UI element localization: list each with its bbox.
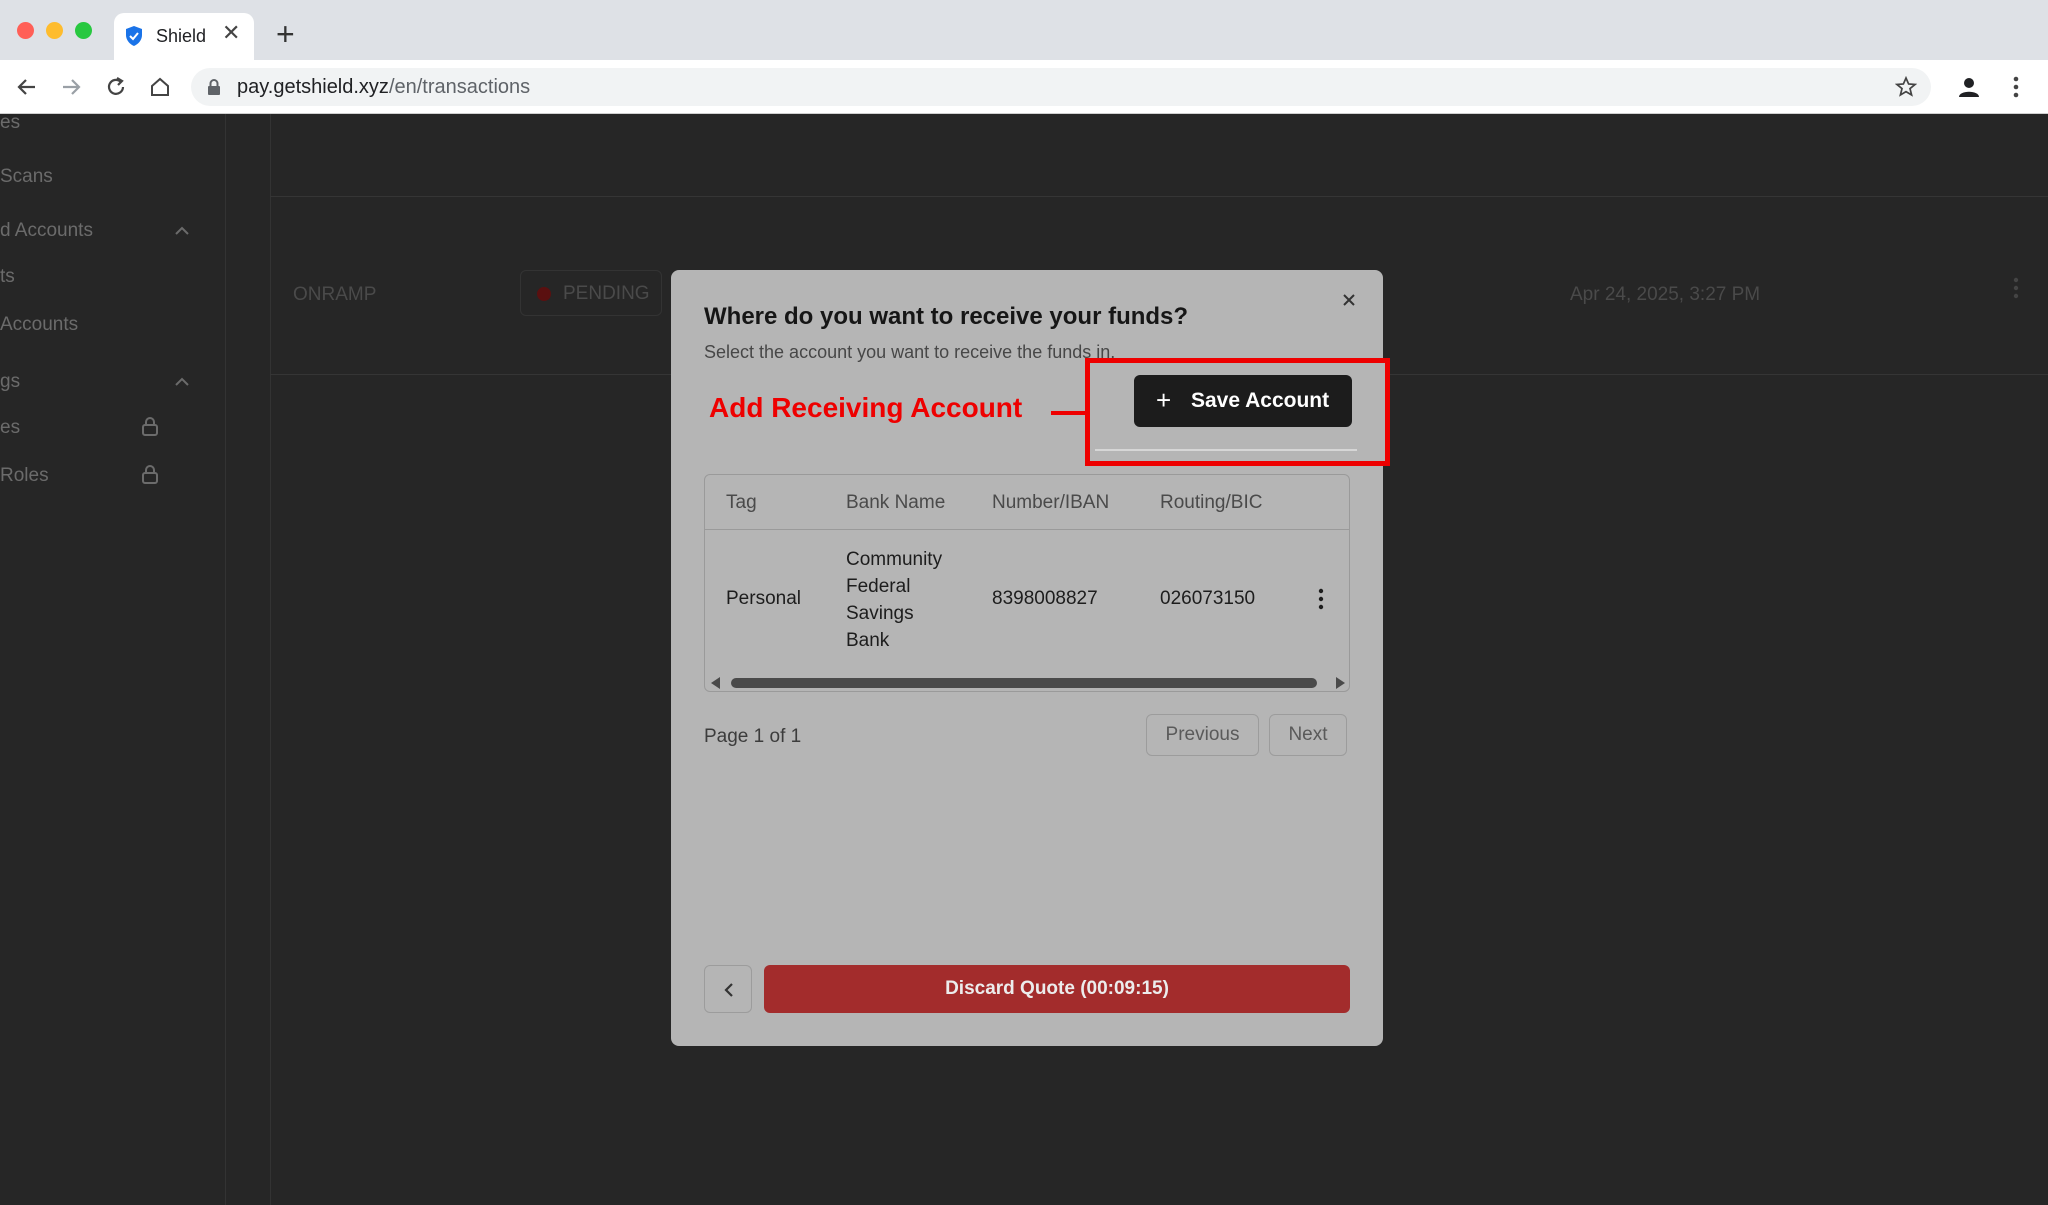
account-routing: 026073150 (1160, 588, 1256, 609)
browser-toolbar: pay.getshield.xyz/en/transactions (0, 60, 2048, 114)
maximize-window-button[interactable] (75, 22, 92, 39)
lock-icon (208, 79, 220, 95)
chevron-up-icon[interactable] (174, 226, 190, 236)
sidebar-item-accounts[interactable]: Accounts (0, 314, 78, 336)
accounts-table: Tag Bank Name Number/IBAN Routing/BIC Pe… (704, 474, 1350, 692)
url-path: /en/transactions (388, 76, 531, 98)
sidebar-item[interactable]: ts (0, 266, 15, 288)
reload-icon[interactable] (103, 74, 129, 100)
chevron-up-icon[interactable] (174, 377, 190, 387)
discard-quote-button[interactable]: Discard Quote (00:09:15) (764, 965, 1350, 1013)
pagination-info: Page 1 of 1 (704, 726, 802, 747)
sidebar: es Scans d Accounts ts Accounts gs es Ro… (0, 114, 226, 1205)
horizontal-scrollbar[interactable] (705, 672, 1349, 691)
close-icon[interactable] (1341, 292, 1357, 308)
account-bank-name: Community Federal Savings Bank (846, 549, 943, 651)
tab-close-icon[interactable]: ✕ (222, 22, 240, 44)
save-account-button[interactable]: + Save Account (1134, 375, 1352, 427)
browser-menu-icon[interactable] (2006, 74, 2026, 100)
previous-page-button[interactable]: Previous (1146, 714, 1259, 756)
browser-tab[interactable]: Shield ✕ (114, 13, 254, 60)
modal-subtitle: Select the account you want to receive t… (704, 342, 1116, 362)
scroll-right-arrow-icon[interactable] (1336, 677, 1345, 689)
annotation-connector (1051, 411, 1087, 415)
sidebar-item[interactable]: es (0, 417, 20, 439)
plus-icon: + (1156, 385, 1172, 415)
scroll-left-arrow-icon[interactable] (711, 677, 720, 689)
annotation-label: Add Receiving Account (709, 392, 1023, 423)
bookmark-star-icon[interactable] (1895, 76, 1917, 98)
modal-title: Where do you want to receive your funds? (704, 303, 1189, 330)
lock-icon (142, 417, 158, 436)
transaction-date: Apr 24, 2025, 3:27 PM (1570, 284, 1761, 305)
sidebar-item-settings-group[interactable]: gs (0, 371, 20, 393)
account-number: 8398008827 (992, 588, 1098, 609)
annotation-highlight-box: + Save Account (1085, 358, 1390, 466)
forward-arrow-icon[interactable] (58, 74, 84, 100)
column-header-routing: Routing/BIC (1160, 492, 1263, 513)
chevron-left-icon (724, 983, 733, 997)
row-menu-icon[interactable] (2012, 276, 2020, 300)
status-text: PENDING (563, 283, 650, 304)
new-tab-button[interactable]: + (276, 18, 295, 50)
column-header-bank-name: Bank Name (846, 492, 946, 513)
url-text: pay.getshield.xyz/en/transactions (237, 76, 530, 99)
sidebar-item-accounts-group[interactable]: d Accounts (0, 220, 93, 242)
browser-tab-bar: Shield ✕ + (0, 0, 2048, 60)
home-icon[interactable] (147, 74, 173, 100)
next-page-button[interactable]: Next (1269, 714, 1347, 756)
table-header: Tag Bank Name Number/IBAN Routing/BIC (705, 475, 1349, 530)
row-divider (270, 196, 2048, 197)
scrollbar-thumb[interactable] (731, 678, 1317, 688)
profile-icon[interactable] (1956, 74, 1982, 100)
status-badge: PENDING (520, 270, 662, 316)
transaction-type: ONRAMP (293, 284, 377, 305)
status-dot (537, 287, 551, 301)
table-row[interactable]: Personal Community Federal Savings Bank … (705, 530, 1349, 672)
url-domain: pay.getshield.xyz (237, 76, 389, 98)
account-tag: Personal (726, 588, 801, 609)
save-account-label: Save Account (1191, 389, 1330, 412)
column-header-tag: Tag (726, 492, 757, 513)
back-arrow-icon[interactable] (14, 74, 40, 100)
sidebar-item[interactable]: es (0, 114, 20, 134)
divider (1095, 449, 1357, 451)
back-button[interactable] (704, 965, 752, 1013)
sidebar-item-scans[interactable]: Scans (0, 166, 53, 188)
minimize-window-button[interactable] (46, 22, 63, 39)
close-window-button[interactable] (17, 22, 34, 39)
shield-icon (126, 26, 142, 46)
sidebar-item-roles[interactable]: Roles (0, 465, 49, 487)
receive-funds-modal: Where do you want to receive your funds?… (671, 270, 1390, 1046)
lock-icon (142, 465, 158, 484)
column-header-number: Number/IBAN (992, 492, 1110, 513)
row-menu-icon[interactable] (1318, 588, 1324, 610)
address-bar[interactable]: pay.getshield.xyz/en/transactions (191, 68, 1931, 106)
tab-title: Shield (156, 26, 207, 46)
